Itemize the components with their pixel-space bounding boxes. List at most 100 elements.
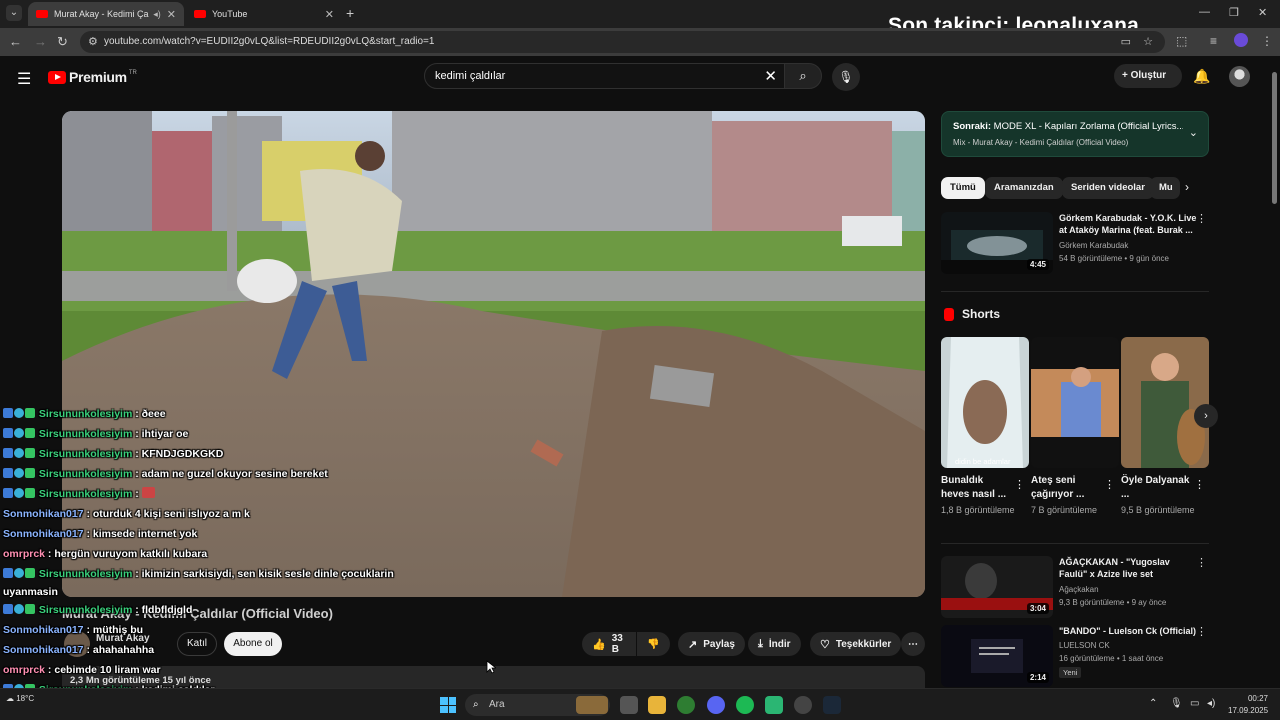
more-vertical-icon[interactable]: ⋮ <box>1196 625 1207 638</box>
back-icon[interactable]: ← <box>9 34 22 49</box>
create-button[interactable]: + Oluştur <box>1114 64 1182 88</box>
restore-icon[interactable]: ❐ <box>1229 6 1239 19</box>
weather-widget[interactable]: ☁ 18°C <box>6 694 34 703</box>
tab-youtube[interactable]: YouTube ✕ <box>186 2 342 26</box>
volume-icon[interactable]: ◂) <box>1207 698 1215 709</box>
youtube-premium-logo[interactable]: Premium TR <box>48 69 137 85</box>
chrome-icon[interactable] <box>677 696 695 714</box>
chat-message: omrprck : hergün vuruyom katkılı kubara <box>3 548 208 560</box>
chevron-right-icon[interactable]: › <box>1185 180 1189 194</box>
short-thumbnail[interactable] <box>1031 337 1119 468</box>
media-icon[interactable]: ≡ <box>1210 34 1217 48</box>
more-vertical-icon[interactable]: ⋮ <box>1104 478 1115 491</box>
chat-badge-icon <box>25 428 35 438</box>
video-thumbnail[interactable]: 3:04 <box>941 556 1053 618</box>
game-app-icon[interactable] <box>765 696 783 714</box>
chat-badge-icon <box>3 604 13 614</box>
network-icon[interactable]: ▭ <box>1190 698 1199 709</box>
next-mix-subtitle: Mix - Murat Akay - Kedimi Çaldılar (Offi… <box>953 138 1129 147</box>
short-item[interactable]: Öyle Dalyanak ... 9,5 B görüntüleme ⋮ <box>1121 337 1209 517</box>
thanks-button[interactable]: ♡ Teşekkürler <box>810 632 902 656</box>
bell-icon[interactable]: 🔔 <box>1193 68 1210 85</box>
chat-text: uyanmasin <box>3 586 58 598</box>
short-thumbnail[interactable]: didin be adamlar <box>941 337 1029 468</box>
rec-channel: LUELSON CK <box>1059 641 1110 650</box>
voice-search-button[interactable]: 🎙 <box>832 63 860 91</box>
url-text[interactable]: youtube.com/watch?v=EUDII2g0vLQ&list=RDE… <box>104 36 434 47</box>
reload-icon[interactable]: ↻ <box>57 34 68 50</box>
forward-icon[interactable]: → <box>34 34 47 49</box>
download-button[interactable]: ⤓ İndir <box>748 632 801 656</box>
close-tab-icon[interactable]: ✕ <box>167 8 176 21</box>
account-avatar[interactable] <box>1229 66 1250 87</box>
microphone-tray-icon[interactable]: 🎙 <box>1170 698 1183 709</box>
bookmark-star-icon[interactable]: ☆ <box>1143 35 1153 48</box>
obs-icon[interactable] <box>794 696 812 714</box>
taskbar-clock[interactable]: 00:27 17.09.2025 <box>1228 693 1268 717</box>
search-input[interactable]: kedimi çaldılar <box>435 70 505 82</box>
chat-username: Sirsununkolesiyim <box>38 488 133 500</box>
chip-series[interactable]: Seriden videolar <box>1062 177 1154 199</box>
short-item[interactable]: Ateş seni çağırıyor ... 7 B görüntüleme … <box>1031 337 1119 517</box>
chip-all[interactable]: Tümü <box>941 177 985 199</box>
dislike-button[interactable]: 👎 <box>637 632 670 656</box>
tab-list-button[interactable]: ⌄ <box>6 5 22 21</box>
clear-search-icon[interactable]: ✕ <box>764 67 777 85</box>
chat-message: Sirsununkolesiyim : fldbfldjgld <box>3 600 423 620</box>
close-tab-icon[interactable]: ✕ <box>325 8 334 21</box>
task-view-icon[interactable] <box>620 696 638 714</box>
chip-from-search[interactable]: Aramanızdan <box>985 177 1063 199</box>
chat-text: ihtiyar oe <box>141 428 189 440</box>
more-vertical-icon[interactable]: ⋮ <box>1194 478 1205 491</box>
hamburger-menu-icon[interactable]: ☰ <box>17 69 31 89</box>
search-highlight-icon[interactable] <box>576 696 608 714</box>
short-thumbnail[interactable] <box>1121 337 1209 468</box>
search-button[interactable]: ⌕ <box>784 63 822 89</box>
share-button[interactable]: ↗ Paylaş <box>678 632 745 656</box>
close-window-icon[interactable]: ✕ <box>1258 6 1267 19</box>
spotify-icon[interactable] <box>736 696 754 714</box>
discord-icon[interactable] <box>707 696 725 714</box>
video-thumbnail[interactable]: 2:14 <box>941 625 1053 687</box>
video-duration: 2:14 <box>1026 672 1049 683</box>
chat-text: ðeee <box>141 408 166 420</box>
chat-emote-icon <box>141 487 155 498</box>
site-info-icon[interactable]: ⚙ <box>88 35 98 48</box>
tray-chevron-icon[interactable]: ⌃ <box>1149 698 1157 709</box>
new-tab-icon[interactable]: + <box>346 5 354 21</box>
url-bar[interactable]: ⚙ youtube.com/watch?v=EUDII2g0vLQ&list=R… <box>80 31 1165 53</box>
more-vertical-icon[interactable]: ⋮ <box>1014 478 1025 491</box>
chat-badge-icon <box>25 488 35 498</box>
chat-username: Sirsununkolesiyim <box>38 604 133 616</box>
chat-message: Sonmohikan017 : müthiş bu <box>3 624 144 636</box>
recommended-video[interactable]: 2:14 "BANDO" - Luelson Ck (Official) LUE… <box>941 625 1209 687</box>
youtube-favicon-icon <box>194 10 206 18</box>
extensions-icon[interactable]: ⬚ <box>1176 34 1187 48</box>
video-thumbnail[interactable]: 4:45 <box>941 212 1053 274</box>
chat-text: kimsede internet yok <box>92 528 198 540</box>
chat-message: Sirsununkolesiyim : <box>3 484 423 504</box>
up-next-box[interactable]: Sonraki: MODE XL - Kapıları Zorlama (Off… <box>941 111 1209 157</box>
shorts-next-button[interactable]: › <box>1194 404 1218 428</box>
page-scrollbar[interactable] <box>1272 72 1277 204</box>
short-item[interactable]: didin be adamlar Bunaldık heves nasıl ..… <box>941 337 1029 517</box>
more-actions-button[interactable]: ⋯ <box>901 632 925 656</box>
minimize-icon[interactable]: — <box>1199 6 1210 18</box>
recommended-video[interactable]: 3:04 AĞAÇKAKAN - "Yugoslav Faulü" x Aziz… <box>941 556 1209 618</box>
chat-username: Sirsununkolesiyim <box>38 448 133 460</box>
windows-start-icon[interactable] <box>440 697 456 713</box>
like-button[interactable]: 👍 33 B <box>582 632 636 656</box>
chip-music[interactable]: Mu <box>1150 177 1180 199</box>
steam-icon[interactable] <box>823 696 841 714</box>
cast-icon[interactable]: ▭ <box>1121 35 1131 48</box>
more-vertical-icon[interactable]: ⋮ <box>1196 556 1207 569</box>
tab-murat-akay[interactable]: Murat Akay - Kedimi Çaldıl ◂) ✕ <box>28 2 184 26</box>
menu-kebab-icon[interactable]: ⋮ <box>1261 34 1273 48</box>
chevron-down-icon[interactable]: ⌄ <box>1189 126 1198 139</box>
speaker-icon[interactable]: ◂) <box>153 9 161 20</box>
file-explorer-icon[interactable] <box>648 696 666 714</box>
more-vertical-icon[interactable]: ⋮ <box>1196 212 1207 225</box>
profile-icon[interactable] <box>1234 33 1248 47</box>
recommended-video[interactable]: 4:45 Görkem Karabudak - Y.O.K. Live at A… <box>941 212 1209 274</box>
search-box[interactable]: kedimi çaldılar ✕ <box>424 63 786 89</box>
